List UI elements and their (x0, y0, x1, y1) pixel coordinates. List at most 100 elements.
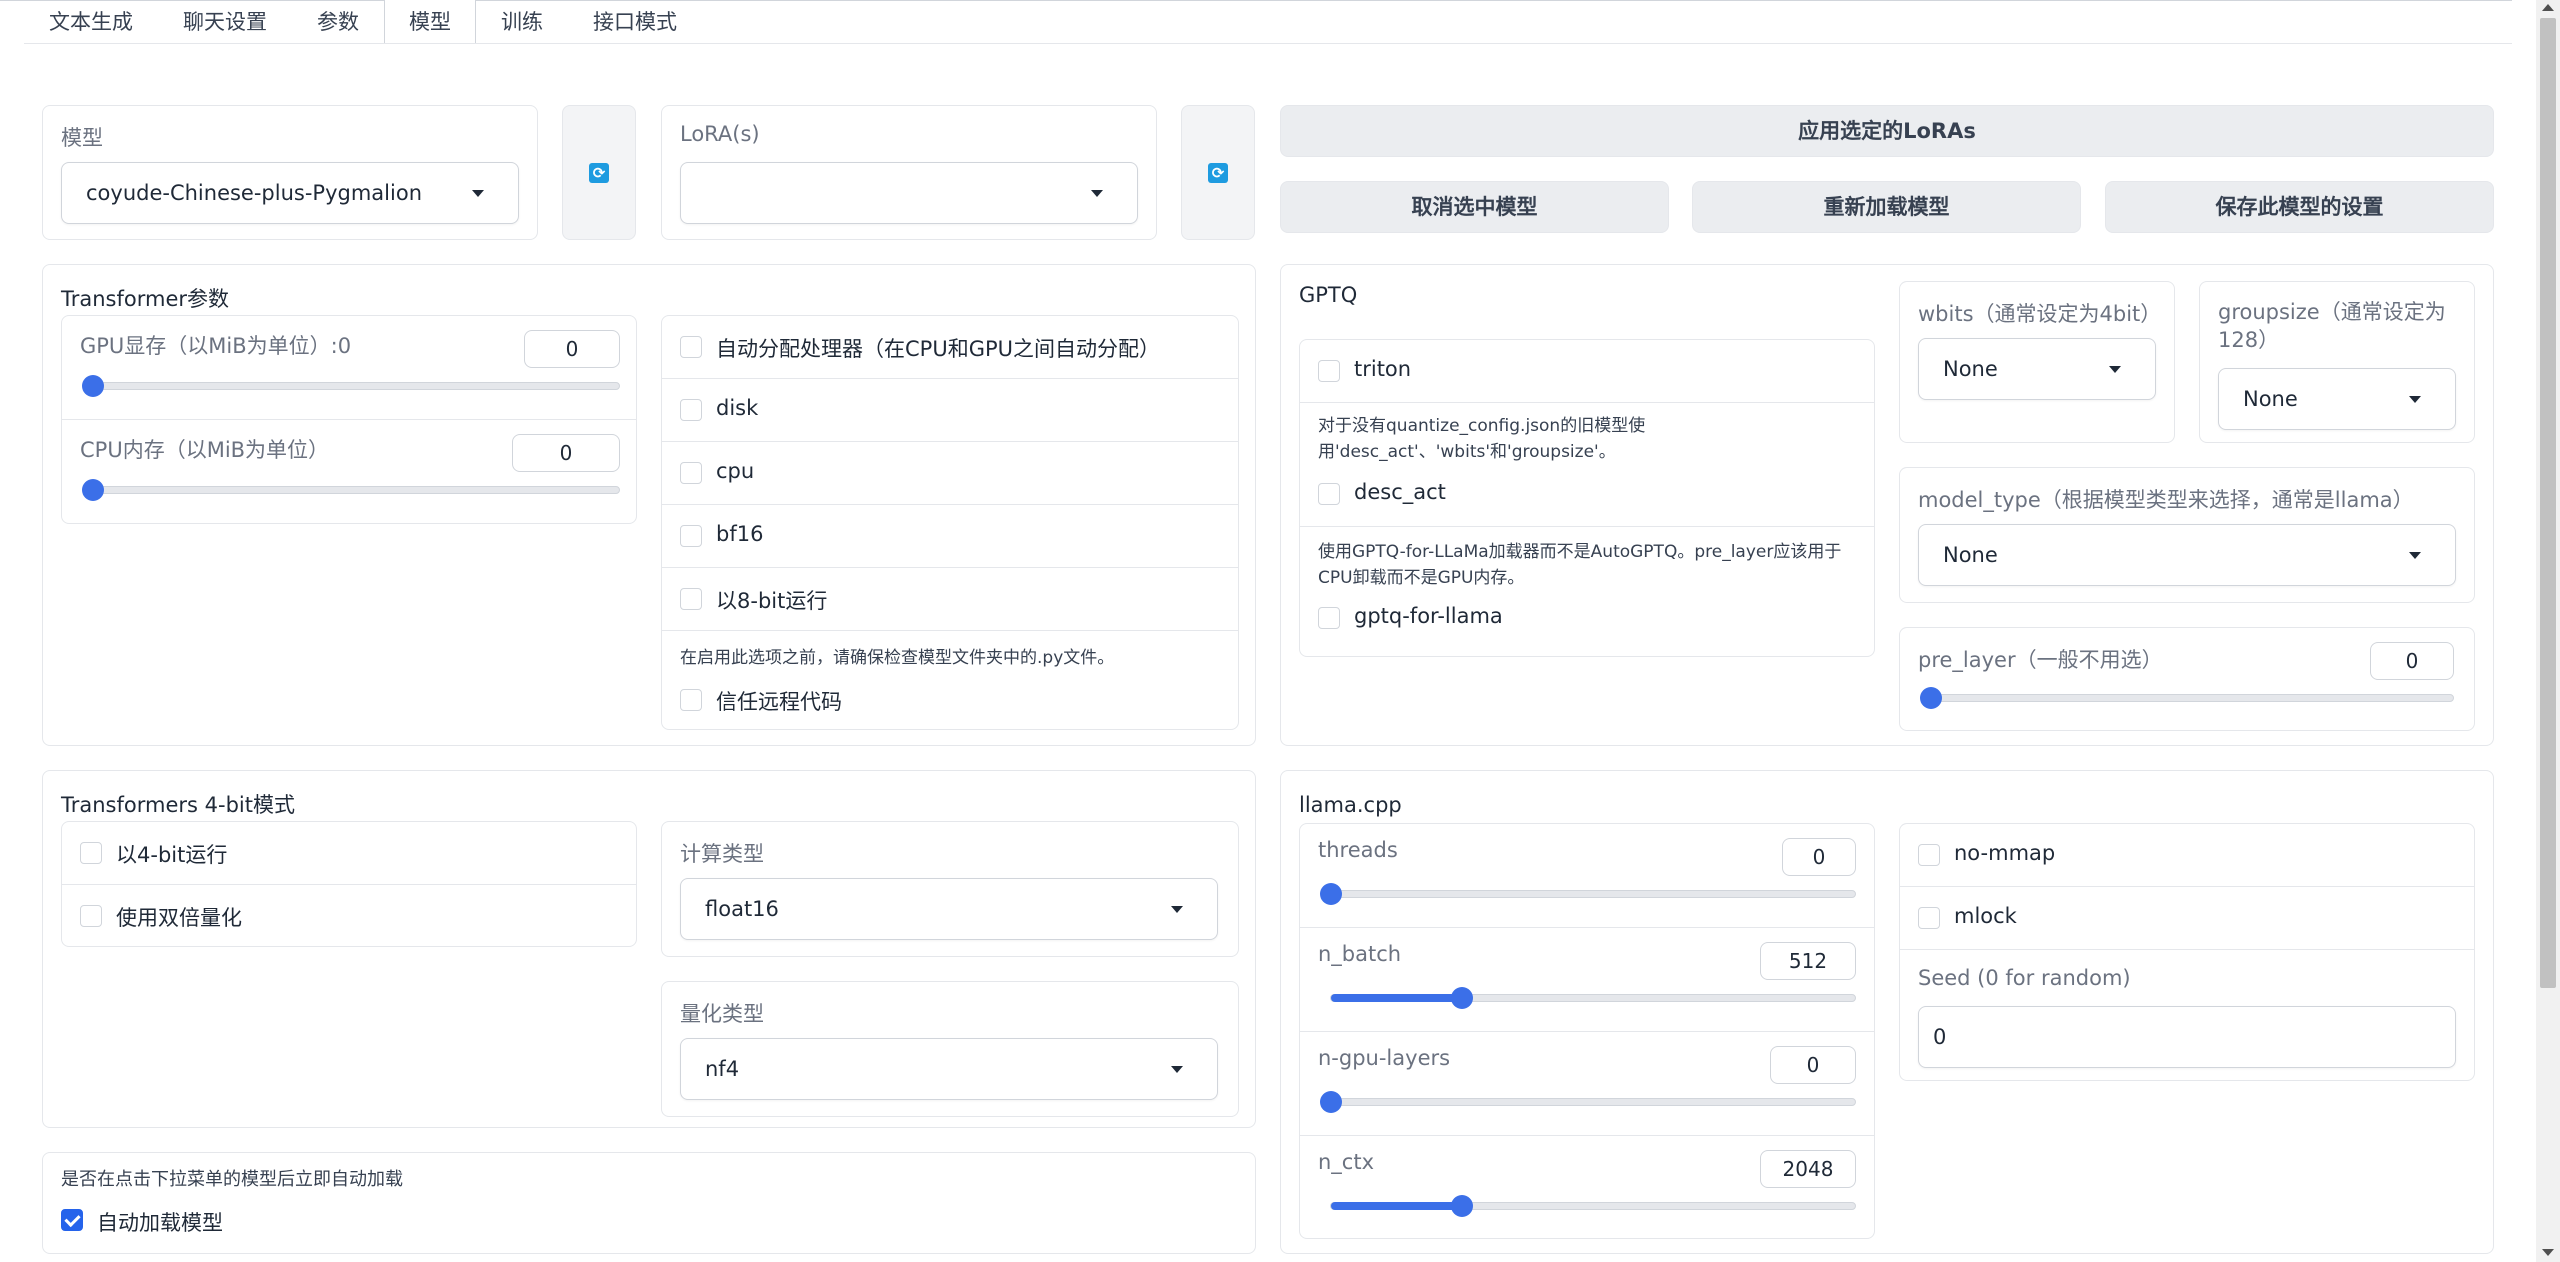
gptq-for-llama-checkbox[interactable] (1318, 607, 1340, 629)
refresh-lora-button[interactable]: ⟳ (1181, 105, 1255, 240)
cpu-memory-input[interactable]: 0 (512, 434, 620, 472)
threads-slider[interactable] (1320, 883, 1856, 905)
wbits-box: wbits（通常设定为4bit） None (1899, 281, 2175, 443)
load-4bit-checkbox[interactable] (80, 842, 102, 864)
compute-dtype-dropdown[interactable]: float16 (680, 878, 1218, 940)
slider-thumb[interactable] (82, 375, 104, 397)
mlock-row[interactable]: mlock (1900, 887, 2474, 950)
n-batch-slider[interactable] (1330, 987, 1856, 1009)
tab-chat-settings[interactable]: 聊天设置 (158, 0, 292, 44)
cpu-memory-label: CPU内存（以MiB为单位） (80, 438, 330, 462)
tab-interface-mode[interactable]: 接口模式 (568, 0, 702, 44)
load-8bit-checkbox[interactable] (680, 588, 702, 610)
n-ctx-label: n_ctx (1318, 1150, 1375, 1174)
slider-thumb[interactable] (1451, 1195, 1473, 1217)
tab-training[interactable]: 训练 (476, 0, 568, 44)
bf16-checkbox[interactable] (680, 525, 702, 547)
double-quant-checkbox[interactable] (80, 905, 102, 927)
scroll-up-icon[interactable] (2542, 4, 2554, 11)
refresh-model-button[interactable]: ⟳ (562, 105, 636, 240)
scrollbar-thumb[interactable] (2540, 18, 2556, 988)
desc-act-label: desc_act (1354, 480, 1446, 504)
transformer-panel: Transformer参数 GPU显存（以MiB为单位）:0 0 CPU内存（以… (42, 264, 1256, 746)
cpu-label: cpu (716, 459, 755, 483)
n-gpu-layers-slider[interactable] (1320, 1091, 1856, 1113)
no-mmap-checkbox[interactable] (1918, 844, 1940, 866)
autoload-info: 是否在点击下拉菜单的模型后立即自动加载 (61, 1169, 403, 1190)
slider-thumb[interactable] (1320, 883, 1342, 905)
model-dropdown[interactable]: coyude-Chinese-plus-Pygmalion (61, 162, 519, 224)
model-type-dropdown[interactable]: None (1918, 524, 2456, 586)
unload-model-button[interactable]: 取消选中模型 (1280, 181, 1669, 233)
tab-parameters[interactable]: 参数 (292, 0, 384, 44)
mlock-checkbox[interactable] (1918, 907, 1940, 929)
tab-text-generation[interactable]: 文本生成 (24, 0, 158, 44)
double-quant-row[interactable]: 使用双倍量化 (62, 885, 636, 946)
groupsize-dropdown[interactable]: None (2218, 368, 2456, 430)
lora-dropdown[interactable] (680, 162, 1138, 224)
seed-label: Seed (0 for random) (1918, 966, 2131, 990)
desc-act-checkbox[interactable] (1318, 483, 1340, 505)
model-type-label: model_type（根据模型类型来选择，通常是llama） (1918, 488, 2414, 512)
wbits-dropdown-value: None (1943, 357, 1998, 381)
n-gpu-layers-row: n-gpu-layers 0 (1300, 1032, 1874, 1136)
gpu-memory-label: GPU显存（以MiB为单位）:0 (80, 334, 352, 358)
scroll-down-icon[interactable] (2542, 1249, 2554, 1256)
model-type-dropdown-value: None (1943, 543, 1998, 567)
seed-input[interactable]: 0 (1918, 1006, 2456, 1068)
quant-type-dropdown-value: nf4 (705, 1057, 740, 1081)
gpu-memory-slider[interactable] (82, 375, 620, 397)
n-ctx-input[interactable]: 2048 (1760, 1150, 1856, 1188)
refresh-icon: ⟳ (1208, 162, 1228, 183)
model-label: 模型 (61, 126, 103, 150)
auto-devices-row[interactable]: 自动分配处理器（在CPU和GPU之间自动分配） (662, 316, 1238, 379)
bit4-panel: Transformers 4-bit模式 以4-bit运行 使用双倍量化 计算类… (42, 770, 1256, 1128)
llama-title: llama.cpp (1299, 793, 1402, 817)
bf16-row[interactable]: bf16 (662, 505, 1238, 568)
slider-thumb[interactable] (1320, 1091, 1342, 1113)
auto-devices-checkbox[interactable] (680, 336, 702, 358)
threads-row: threads 0 (1300, 824, 1874, 928)
cpu-row[interactable]: cpu (662, 442, 1238, 505)
quant-type-dropdown[interactable]: nf4 (680, 1038, 1218, 1100)
chevron-down-icon (2409, 396, 2421, 403)
slider-thumb[interactable] (1451, 987, 1473, 1009)
disk-row[interactable]: disk (662, 379, 1238, 442)
pre-layer-label: pre_layer（一般不用选） (1918, 648, 2163, 672)
compute-dtype-dropdown-value: float16 (705, 897, 779, 921)
lora-label: LoRA(s) (680, 122, 760, 146)
no-mmap-row[interactable]: no-mmap (1900, 824, 2474, 887)
wbits-dropdown[interactable]: None (1918, 338, 2156, 400)
save-model-settings-button[interactable]: 保存此模型的设置 (2105, 181, 2494, 233)
reload-model-button[interactable]: 重新加载模型 (1692, 181, 2081, 233)
quant-type-label: 量化类型 (680, 1002, 764, 1026)
slider-thumb[interactable] (1920, 687, 1942, 709)
n-batch-input[interactable]: 512 (1760, 942, 1856, 980)
slider-fill (1331, 1202, 1462, 1210)
cpu-memory-slider[interactable] (82, 479, 620, 501)
slider-thumb[interactable] (82, 479, 104, 501)
load-8bit-row[interactable]: 以8-bit运行 (662, 568, 1238, 631)
autoload-checkbox[interactable] (61, 1209, 83, 1231)
pre-layer-slider[interactable] (1920, 687, 2454, 709)
load-4bit-row[interactable]: 以4-bit运行 (62, 822, 636, 885)
tab-model[interactable]: 模型 (384, 0, 476, 44)
n-gpu-layers-input[interactable]: 0 (1770, 1046, 1856, 1084)
n-ctx-slider[interactable] (1330, 1195, 1856, 1217)
gptq-title: GPTQ (1299, 283, 1358, 307)
trust-remote-code-checkbox[interactable] (680, 689, 702, 711)
triton-row[interactable]: triton (1300, 340, 1874, 403)
cpu-checkbox[interactable] (680, 462, 702, 484)
gptq-for-llama-row: 使用GPTQ-for-LLaMa加载器而不是AutoGPTQ。pre_layer… (1300, 527, 1874, 656)
threads-input[interactable]: 0 (1782, 838, 1856, 876)
model-panel: 模型 coyude-Chinese-plus-Pygmalion (42, 105, 538, 240)
apply-loras-button[interactable]: 应用选定的LoRAs (1280, 105, 2494, 157)
model-dropdown-value: coyude-Chinese-plus-Pygmalion (86, 181, 422, 205)
pre-layer-input[interactable]: 0 (2370, 642, 2454, 680)
gptq-panel: GPTQ triton 对于没有quantize_config.json的旧模型… (1280, 264, 2494, 746)
triton-checkbox[interactable] (1318, 360, 1340, 382)
disk-checkbox[interactable] (680, 399, 702, 421)
load-4bit-label: 以4-bit运行 (116, 843, 228, 867)
gpu-memory-input[interactable]: 0 (524, 330, 620, 368)
desc-act-info: 对于没有quantize_config.json的旧模型使用'desc_act'… (1318, 416, 1646, 462)
